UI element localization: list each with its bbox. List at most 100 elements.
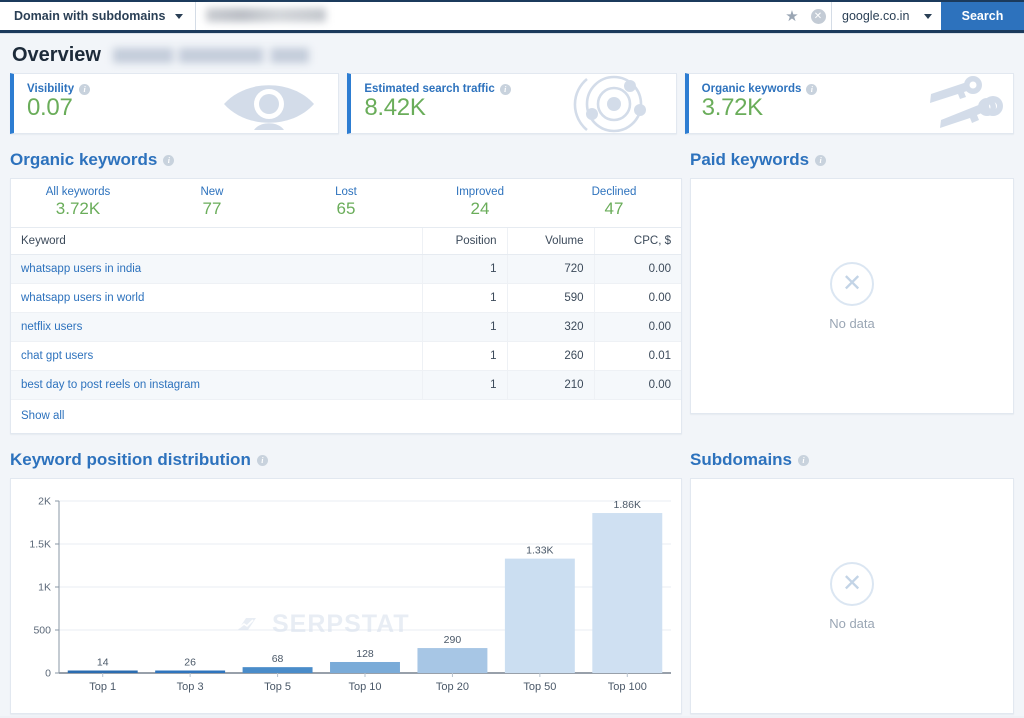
empty-state: ✕ No data [691,179,1013,413]
info-icon[interactable]: i [798,454,810,466]
cell-keyword[interactable]: chat gpt users [11,341,422,371]
section-title: Organic keywords [10,150,158,169]
empty-state-text: No data [829,315,875,331]
redacted-domain-heading [112,48,309,63]
svg-text:1K: 1K [38,582,51,594]
svg-text:128: 128 [356,648,374,660]
metric-label-row: Organic keywords i [689,74,1013,95]
circle-x-icon: ✕ [830,261,874,306]
search-field-wrapper: ★ ✕ [196,2,831,30]
metric-card-estimated-search-traffic[interactable]: Estimated search traffic i 8.42K [347,73,677,134]
table-row[interactable]: chat gpt users 1 260 0.01 [11,341,681,371]
search-mode-dropdown[interactable]: Domain with subdomains [0,2,197,30]
section-title: Subdomains [690,450,793,469]
subdomains-title-row: Subdomains i [690,450,1014,470]
stat-all-keywords[interactable]: All keywords 3.72K [11,179,145,227]
cell-cpc: 0.01 [593,341,681,371]
keywords-row: Organic keywords i All keywords 3.72K Ne… [0,150,1024,434]
cell-volume: 320 [506,312,594,342]
search-button[interactable]: Search [941,2,1024,30]
svg-text:2K: 2K [38,496,51,508]
svg-text:Top 20: Top 20 [436,681,469,693]
table-row[interactable]: best day to post reels on instagram 1 21… [11,370,681,400]
stat-value: 3.72K [55,199,101,218]
organic-keywords-section: Organic keywords i All keywords 3.72K Ne… [10,150,682,434]
database-dropdown[interactable]: google.co.in [831,2,941,30]
info-icon[interactable]: i [256,454,268,466]
cell-keyword[interactable]: whatsapp users in world [11,283,422,313]
cell-keyword[interactable]: netflix users [11,312,422,342]
info-icon[interactable]: i [163,154,175,166]
paid-keywords-section: Paid keywords i ✕ No data [690,150,1014,434]
cell-position: 1 [421,341,507,371]
clear-search-icon[interactable]: ✕ [805,2,831,30]
organic-stats-strip: All keywords 3.72K New 77 Lost 65 Improv… [11,179,681,228]
svg-text:Top 5: Top 5 [264,681,291,693]
stat-declined[interactable]: Declined 47 [547,179,681,227]
info-icon[interactable]: i [815,154,827,166]
metric-cards: Visibility i 0.07 Estimated search traff… [0,73,1024,134]
position-distribution-bar-chart: 0 500 1K 1.5K 2K 14 Top 1 26 Top 3 68 Top 5 128 Top … [29,496,671,693]
top-search-bar: Domain with subdomains ★ ✕ google.co.in … [0,0,1024,33]
stat-new[interactable]: New 77 [145,179,279,227]
svg-text:26: 26 [184,657,196,669]
svg-text:Top 1: Top 1 [89,681,116,693]
cell-volume: 260 [506,341,594,371]
subdomains-panel: ✕ No data [690,478,1014,714]
database-label: google.co.in [842,9,910,23]
metric-card-visibility[interactable]: Visibility i 0.07 [10,73,340,134]
section-title: Keyword position distribution [10,450,251,469]
paid-keywords-title-row: Paid keywords i [690,150,1014,170]
subdomains-section: Subdomains i ✕ No data [690,450,1014,714]
svg-text:1.33K: 1.33K [526,545,553,557]
column-header-volume[interactable]: Volume [506,228,594,255]
svg-text:Top 3: Top 3 [177,681,204,693]
cell-keyword[interactable]: whatsapp users in india [11,254,422,284]
svg-text:1.86K: 1.86K [614,499,641,511]
favorite-star-icon[interactable]: ★ [779,2,805,30]
cell-volume: 590 [506,283,594,313]
metric-value: 8.42K [364,94,426,121]
cell-cpc: 0.00 [593,283,681,313]
table-row[interactable]: whatsapp users in world 1 590 0.00 [11,283,681,313]
column-header-position[interactable]: Position [421,228,507,255]
organic-keywords-title-row: Organic keywords i [10,150,682,170]
stat-label: All keywords [45,186,111,198]
empty-state-text: No data [829,615,875,631]
table-row[interactable]: netflix users 1 320 0.00 [11,312,681,342]
keyword-position-distribution-section: Keyword position distribution i 0 500 1K 1.… [10,450,682,714]
stat-label: Improved [456,186,504,198]
stat-lost[interactable]: Lost 65 [279,179,413,227]
info-icon[interactable]: i [499,83,511,95]
info-icon[interactable]: i [806,83,818,95]
stat-value: 77 [202,199,222,218]
cell-position: 1 [421,370,507,400]
column-header-cpc[interactable]: CPC, $ [593,228,681,255]
svg-text:Top 50: Top 50 [523,681,556,693]
stat-value: 24 [470,199,490,218]
cell-cpc: 0.00 [593,370,681,400]
paid-keywords-panel: ✕ No data [690,178,1014,414]
stat-improved[interactable]: Improved 24 [413,179,547,227]
svg-text:68: 68 [272,653,284,665]
circle-x-icon: ✕ [830,561,874,606]
section-title: Paid keywords [690,150,810,169]
metric-label-row: Estimated search traffic i [351,74,675,95]
show-all-link[interactable]: Show all [11,400,681,433]
stat-label: Lost [335,186,357,198]
svg-text:500: 500 [33,625,51,637]
organic-keywords-table: Keyword Position Volume CPC, $ whatsapp … [11,228,681,400]
info-icon[interactable]: i [79,83,91,95]
organic-keywords-panel: All keywords 3.72K New 77 Lost 65 Improv… [10,178,682,434]
search-input[interactable] [196,2,779,30]
cell-keyword[interactable]: best day to post reels on instagram [11,370,422,400]
metric-value: 0.07 [27,94,73,121]
table-row[interactable]: whatsapp users in india 1 720 0.00 [11,254,681,284]
cell-position: 1 [421,283,507,313]
column-header-keyword[interactable]: Keyword [11,228,422,255]
chevron-down-icon [175,13,184,19]
metric-card-organic-keywords[interactable]: Organic keywords i 3.72K [684,73,1014,134]
svg-text:Top 10: Top 10 [348,681,381,693]
svg-text:0: 0 [45,668,51,680]
stat-label: Declined [591,186,637,198]
